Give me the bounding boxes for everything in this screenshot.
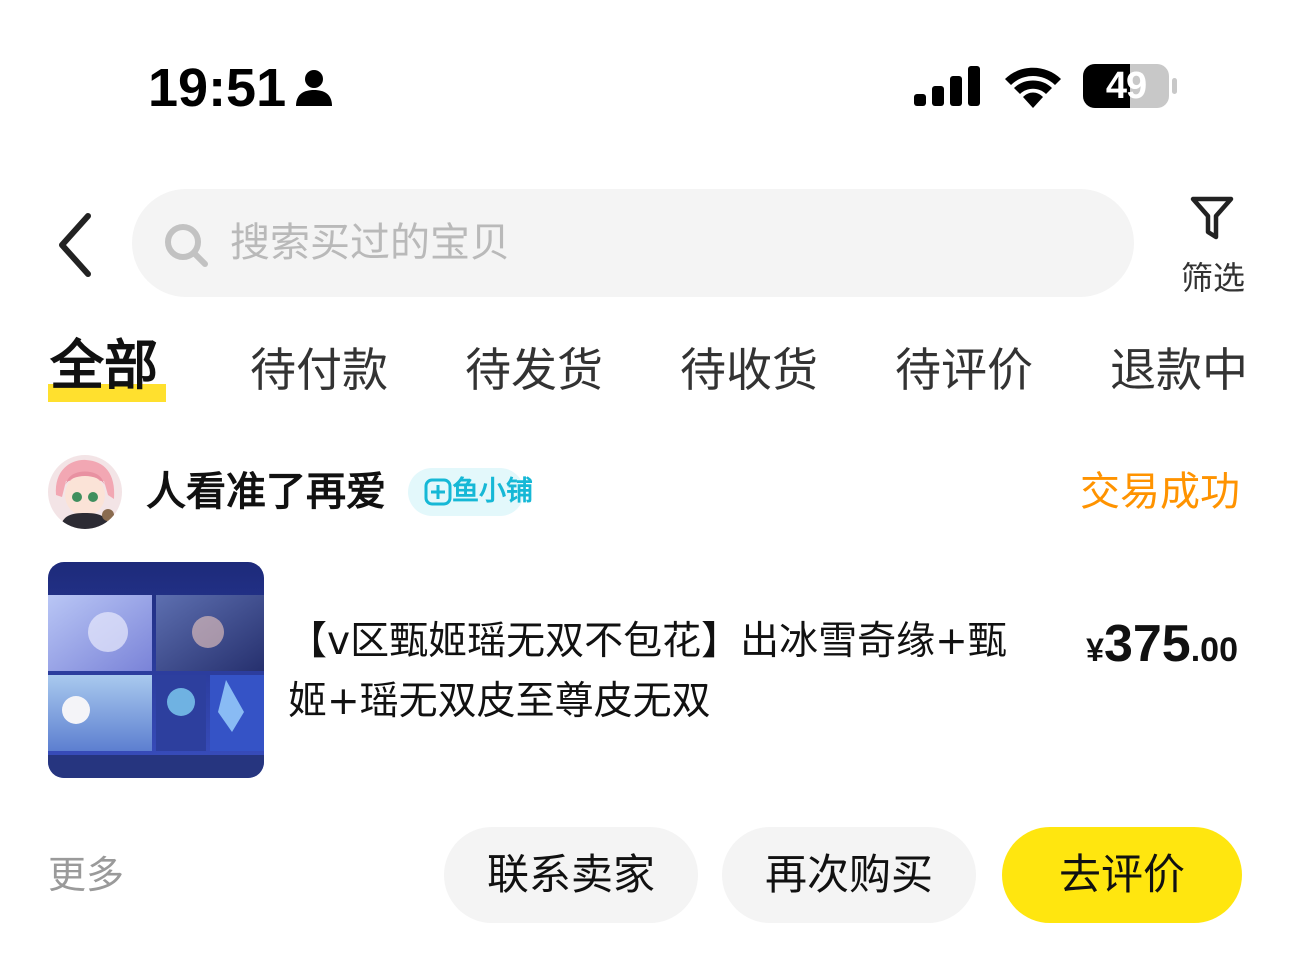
price-integer: 375 [1103, 615, 1191, 673]
tab-all[interactable]: 全部 [50, 336, 158, 396]
tab-refunding[interactable]: 退款中 [1110, 340, 1248, 400]
order-tabs: 全部 待付款 待发货 待收货 待评价 退款中 [0, 330, 1290, 420]
filter-label: 筛选 [1180, 259, 1245, 297]
product-price: ¥375.00 [1086, 614, 1238, 674]
person-icon [296, 70, 332, 106]
tab-pending-receipt[interactable]: 待收货 [680, 340, 818, 400]
contact-seller-button[interactable]: 联系卖家 [444, 827, 698, 923]
fish-shop-icon [424, 478, 452, 506]
price-decimal: .00 [1190, 631, 1238, 669]
tab-pending-payment[interactable]: 待付款 [250, 340, 388, 400]
search-icon [165, 224, 208, 267]
wifi-icon [1005, 67, 1061, 108]
shop-badge: 鱼小铺 [408, 468, 533, 516]
battery-level: 49 [1105, 65, 1147, 107]
product-image[interactable] [48, 562, 264, 778]
review-button[interactable]: 去评价 [1002, 827, 1242, 923]
more-button[interactable]: 更多 [48, 848, 124, 902]
search-input[interactable] [228, 213, 1088, 273]
filter-button[interactable]: 筛选 [1168, 190, 1258, 300]
tab-pending-shipment[interactable]: 待发货 [465, 340, 603, 400]
shop-name[interactable]: 人看准了再爱 [146, 464, 386, 520]
tab-pending-review[interactable]: 待评价 [895, 340, 1033, 400]
order-status: 交易成功 [1080, 469, 1240, 515]
status-time: 19:51 [148, 58, 287, 118]
search-bar[interactable] [132, 189, 1134, 297]
buy-again-button[interactable]: 再次购买 [722, 827, 976, 923]
avatar[interactable] [48, 455, 122, 529]
product-title[interactable]: 【v区甄姬瑶无双不包花】出冰雪奇缘+甄姬+瑶无双皮至尊皮无双 [288, 612, 1008, 732]
status-bar: 19:51 49 [0, 0, 1290, 150]
shop-badge-label: 鱼小铺 [452, 476, 533, 507]
funnel-icon [1190, 196, 1234, 240]
price-currency: ¥ [1086, 632, 1104, 668]
back-icon[interactable] [52, 210, 98, 280]
cellular-signal-icon [914, 66, 980, 106]
